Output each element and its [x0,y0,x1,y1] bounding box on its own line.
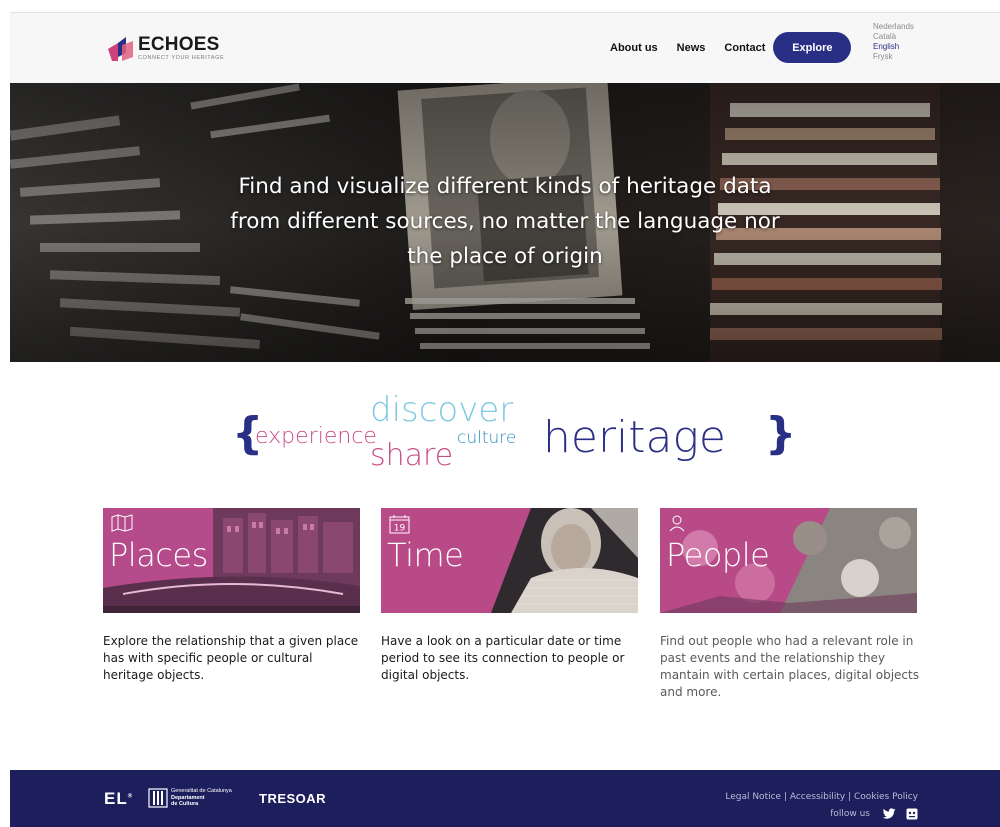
card-places-description: Explore the relationship that a given pl… [103,634,359,682]
map-icon [111,514,133,536]
accessibility-link[interactable]: Accessibility [790,792,845,802]
github-icon[interactable] [906,808,918,820]
tagline-discover: discover [370,390,514,430]
cookies-policy-link[interactable]: Cookies Policy [854,792,918,802]
tagline-experience: experience [255,424,377,449]
echoes-logo-icon [108,37,133,61]
tagline-word-cloud: { experience discover share culture heri… [0,390,1000,480]
partner-el-mark: ® [127,793,134,800]
hero-headline: Find and visualize different kinds of he… [195,169,815,274]
nav-news[interactable]: News [677,42,706,54]
site-footer: EL® Generalitat de Catalunya Departament… [10,770,1000,827]
logo-subtitle: CONNECT YOUR HERITAGE [138,55,225,61]
gencat-line-3: de Cultura [171,801,199,808]
card-people-title: People [666,536,770,574]
hero-headline-line-2: from different sources, no matter the la… [230,209,780,234]
hero-headline-line-1: Find and visualize different kinds of he… [238,174,772,199]
explore-button[interactable]: Explore [773,32,852,63]
follow-us-label: follow us [830,809,870,819]
legal-notice-link[interactable]: Legal Notice [725,792,781,802]
lang-frysk[interactable]: Frysk [873,52,914,62]
card-places-title: Places [109,536,208,574]
footer-links: Legal Notice | Accessibility | Cookies P… [725,792,918,802]
gencat-emblem-icon [148,788,168,808]
twitter-icon[interactable] [882,808,896,820]
nav-contact[interactable]: Contact [724,42,765,54]
main-nav: About us News Contact Explore [610,32,852,63]
lang-nederlands[interactable]: Nederlands [873,22,914,32]
nav-about-us[interactable]: About us [610,42,658,54]
calendar-icon: 19 [389,514,411,538]
card-time-description: Have a look on a particular date or time… [381,634,625,682]
person-icon [668,514,686,536]
partner-logo-tresoar[interactable]: TRESOAR [259,791,326,806]
site-header: ECHOES CONNECT YOUR HERITAGE About us Ne… [10,12,1000,84]
card-time[interactable]: 19 Time [381,508,638,613]
calendar-icon-day: 19 [394,524,406,534]
footer-separator: | [781,792,790,802]
lang-catala[interactable]: Català [873,32,914,42]
partner-logo-gencat[interactable]: Generalitat de Catalunya Departament de … [148,788,232,808]
card-time-title: Time [387,536,464,574]
card-places[interactable]: Places [103,508,360,613]
partner-el-text: EL [104,789,128,808]
echoes-logo[interactable]: ECHOES CONNECT YOUR HERITAGE [106,35,224,62]
tagline-heritage: heritage [543,412,726,463]
tagline-culture: culture [457,428,517,448]
logo-title: ECHOES [138,34,220,55]
hero-banner: Find and visualize different kinds of he… [10,83,1000,362]
footer-separator: | [845,792,855,802]
tagline-share: share [370,438,454,473]
hero-headline-line-3: the place of origin [407,244,603,269]
follow-us: follow us [830,808,918,820]
lang-english[interactable]: English [873,42,914,52]
card-people[interactable]: People [660,508,917,613]
language-selector: Nederlands Català English Frysk [873,22,914,62]
partner-logo-el[interactable]: EL® [104,789,133,809]
card-people-description: Find out people who had a relevant role … [660,634,919,699]
gencat-line-1: Generalitat de Catalunya [171,788,232,795]
tagline-close-brace: } [765,408,797,459]
